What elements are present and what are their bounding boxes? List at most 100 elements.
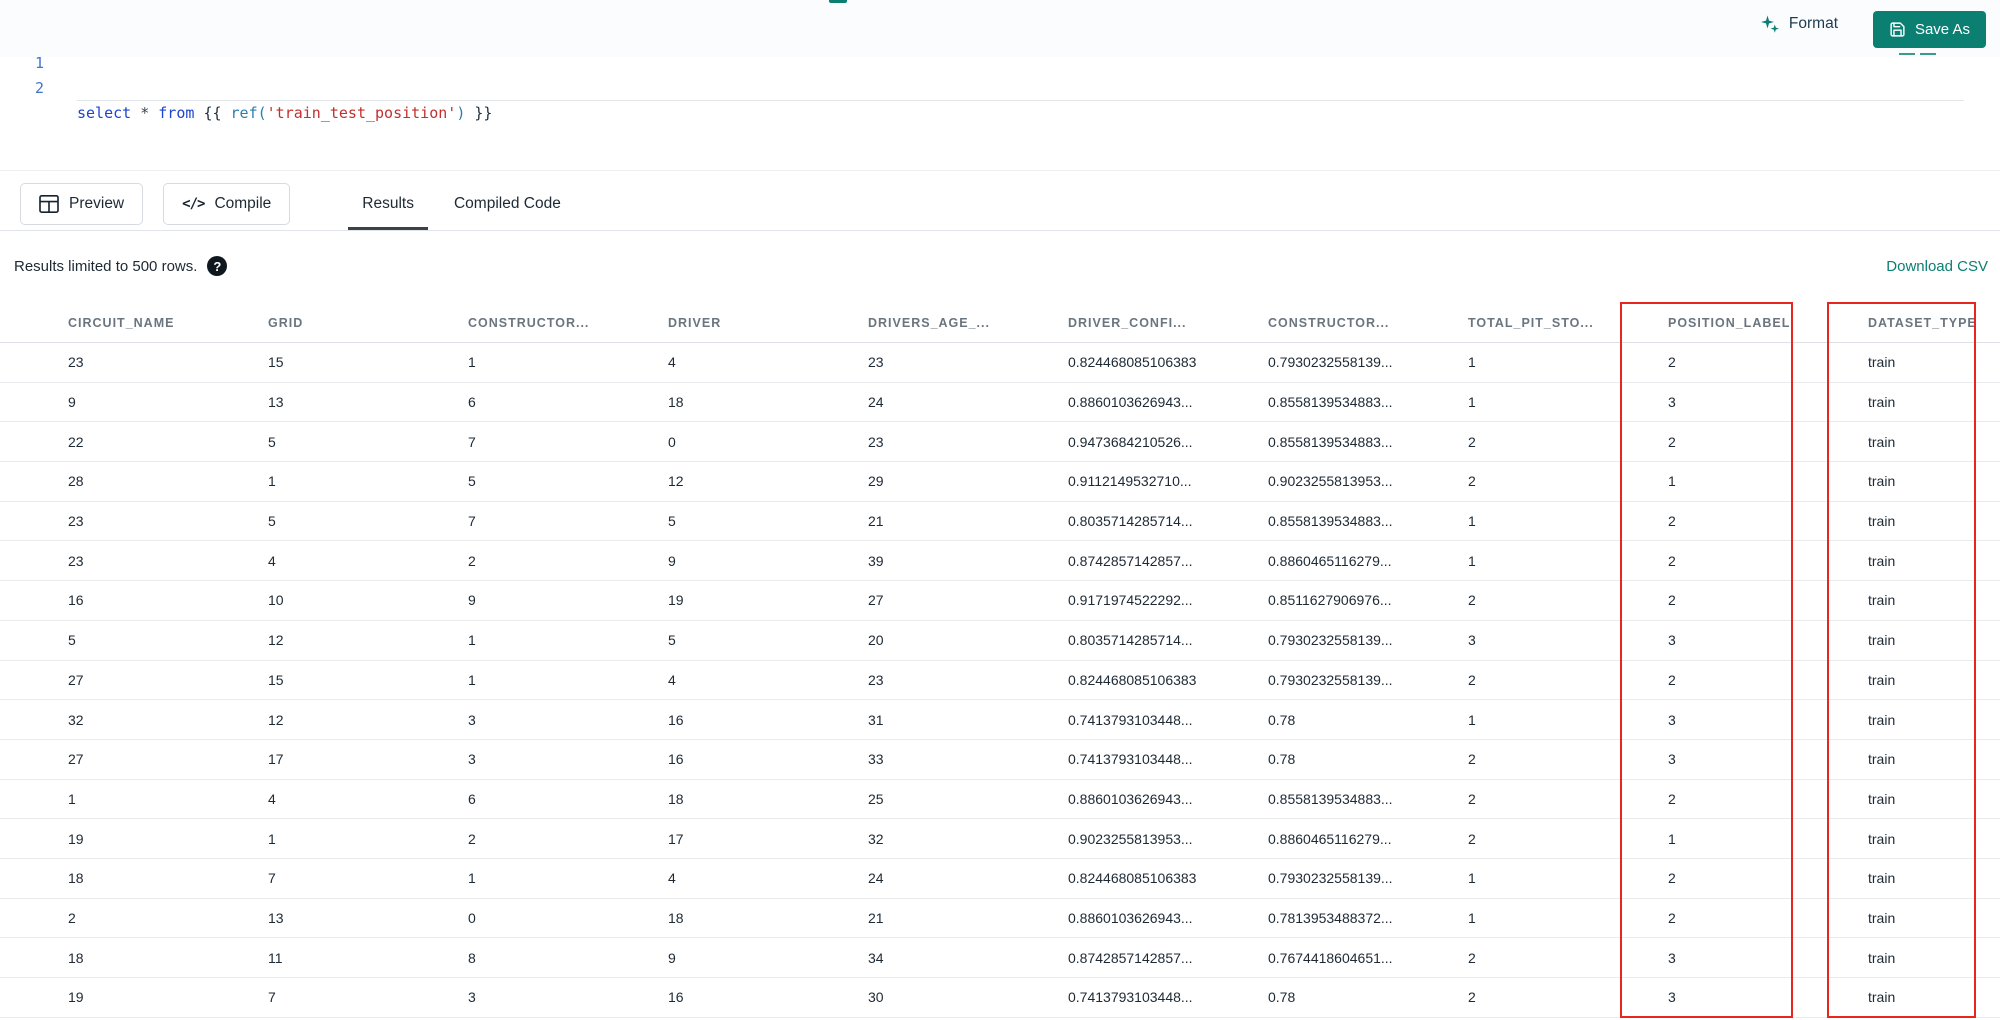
cell-driver: 5 <box>668 513 676 530</box>
cell-position-label: 2 <box>1668 909 1676 926</box>
table-body: 23 15 1 4 23 0.824468085106383 0.7930232… <box>0 343 2000 1018</box>
cell-dataset-type: train <box>1868 671 1896 688</box>
cell-grid: 7 <box>268 989 276 1006</box>
cell-circuit-name: 32 <box>68 711 84 728</box>
cell-constructor-confidence: 0.7813953488372... <box>1268 909 1393 926</box>
cell-position-label: 1 <box>1668 830 1676 847</box>
cell-constructor: 1 <box>468 870 476 887</box>
cell-circuit-name: 22 <box>68 433 84 450</box>
cell-constructor: 0 <box>468 909 476 926</box>
cell-driver-confidence: 0.824468085106383 <box>1068 671 1197 688</box>
cell-constructor: 3 <box>468 989 476 1006</box>
cell-circuit-name: 27 <box>68 751 84 768</box>
line-number-gutter: 1 2 <box>0 51 44 101</box>
cell-driver-confidence: 0.8860103626943... <box>1068 909 1193 926</box>
cell-drivers-age: 27 <box>868 592 884 609</box>
cell-grid: 5 <box>268 433 276 450</box>
cell-constructor: 1 <box>468 354 476 371</box>
cell-drivers-age: 29 <box>868 473 884 490</box>
cell-position-label: 1 <box>1668 473 1676 490</box>
tab-results[interactable]: Results <box>348 177 428 230</box>
sql-keyword-select: select <box>77 104 141 122</box>
cell-constructor-confidence: 0.8558139534883... <box>1268 513 1393 530</box>
cell-total-pit-stops: 2 <box>1468 592 1476 609</box>
cell-position-label: 2 <box>1668 870 1676 887</box>
cell-constructor: 8 <box>468 949 476 966</box>
cell-position-label: 2 <box>1668 513 1676 530</box>
cell-dataset-type: train <box>1868 989 1896 1006</box>
download-csv-link[interactable]: Download CSV <box>1886 258 1988 275</box>
cell-total-pit-stops: 1 <box>1468 870 1476 887</box>
cell-grid: 1 <box>268 830 276 847</box>
cell-total-pit-stops: 1 <box>1468 394 1476 411</box>
format-button[interactable]: Format <box>1760 14 1838 34</box>
cell-circuit-name: 5 <box>68 632 76 649</box>
code-editor[interactable]: 1 2 select * from {{ ref('train_test_pos… <box>0 51 2000 170</box>
cell-circuit-name: 18 <box>68 870 84 887</box>
cell-drivers-age: 30 <box>868 989 884 1006</box>
cell-driver: 18 <box>668 790 684 807</box>
column-header-dataset-type: DATASET_TYPE <box>1868 315 1977 330</box>
table-row: 23 4 2 9 39 0.8742857142857... 0.8860465… <box>0 541 2000 582</box>
cell-position-label: 3 <box>1668 632 1676 649</box>
table-row: 18 7 1 4 24 0.824468085106383 0.79302325… <box>0 859 2000 899</box>
tab-compiled-code[interactable]: Compiled Code <box>440 177 575 230</box>
help-icon[interactable]: ? <box>207 256 228 276</box>
table-row: 1 4 6 18 25 0.8860103626943... 0.8558139… <box>0 780 2000 820</box>
table-row: 18 11 8 9 34 0.8742857142857... 0.767441… <box>0 938 2000 978</box>
cell-driver-confidence: 0.8742857142857... <box>1068 552 1193 569</box>
pane-divider[interactable] <box>0 170 2000 171</box>
column-header-position-label: POSITION_LABEL <box>1668 315 1791 330</box>
cell-constructor-confidence: 0.7674418604651... <box>1268 949 1393 966</box>
cell-drivers-age: 34 <box>868 949 884 966</box>
cell-grid: 4 <box>268 552 276 569</box>
cell-constructor-confidence: 0.7930232558139... <box>1268 671 1393 688</box>
column-header-total-pit-stops: TOTAL_PIT_STO... <box>1468 315 1594 330</box>
cell-constructor: 1 <box>468 671 476 688</box>
cell-total-pit-stops: 1 <box>1468 711 1476 728</box>
cell-driver: 9 <box>668 552 676 569</box>
cell-total-pit-stops: 1 <box>1468 552 1476 569</box>
cell-constructor-confidence: 0.8558139534883... <box>1268 790 1393 807</box>
code-area[interactable]: select * from {{ ref('train_test_positio… <box>77 51 1980 276</box>
cell-drivers-age: 33 <box>868 751 884 768</box>
cell-constructor: 2 <box>468 830 476 847</box>
cell-grid: 7 <box>268 870 276 887</box>
cell-total-pit-stops: 1 <box>1468 354 1476 371</box>
cell-driver: 0 <box>668 433 676 450</box>
cell-driver: 19 <box>668 592 684 609</box>
cell-total-pit-stops: 2 <box>1468 433 1476 450</box>
preview-button[interactable]: Preview <box>20 182 144 225</box>
cell-circuit-name: 23 <box>68 513 84 530</box>
cell-driver-confidence: 0.7413793103448... <box>1068 751 1193 768</box>
cell-circuit-name: 27 <box>68 671 84 688</box>
cell-driver: 5 <box>668 632 676 649</box>
cell-dataset-type: train <box>1868 632 1896 649</box>
ref-function: ref( <box>230 104 267 122</box>
cell-drivers-age: 24 <box>868 870 884 887</box>
column-header-drivers-age: DRIVERS_AGE_... <box>868 315 990 330</box>
ref-model-string: 'train_test_position' <box>266 104 457 122</box>
cell-drivers-age: 23 <box>868 671 884 688</box>
table-row: 16 10 9 19 27 0.9171974522292... 0.85116… <box>0 581 2000 621</box>
cell-grid: 13 <box>268 394 284 411</box>
tab-results-label: Results <box>362 194 414 212</box>
cell-dataset-type: train <box>1868 751 1896 768</box>
cell-constructor-confidence: 0.7930232558139... <box>1268 632 1393 649</box>
cell-drivers-age: 24 <box>868 394 884 411</box>
cell-driver: 4 <box>668 354 676 371</box>
cell-constructor-confidence: 0.7930232558139... <box>1268 870 1393 887</box>
cell-position-label: 2 <box>1668 552 1676 569</box>
cell-constructor-confidence: 0.8558139534883... <box>1268 394 1393 411</box>
tab-compiled-code-label: Compiled Code <box>453 194 561 212</box>
cell-grid: 5 <box>268 513 276 530</box>
cell-grid: 17 <box>268 751 284 768</box>
cell-total-pit-stops: 1 <box>1468 513 1476 530</box>
save-as-button[interactable]: Save As <box>1872 11 1986 48</box>
results-table: CIRCUIT_NAME GRID CONSTRUCTOR... DRIVER … <box>0 303 2000 1018</box>
cell-dataset-type: train <box>1868 433 1896 450</box>
cell-drivers-age: 21 <box>868 513 884 530</box>
cell-position-label: 3 <box>1668 711 1676 728</box>
cell-circuit-name: 19 <box>68 830 84 847</box>
compile-button[interactable]: </> Compile <box>163 182 291 225</box>
